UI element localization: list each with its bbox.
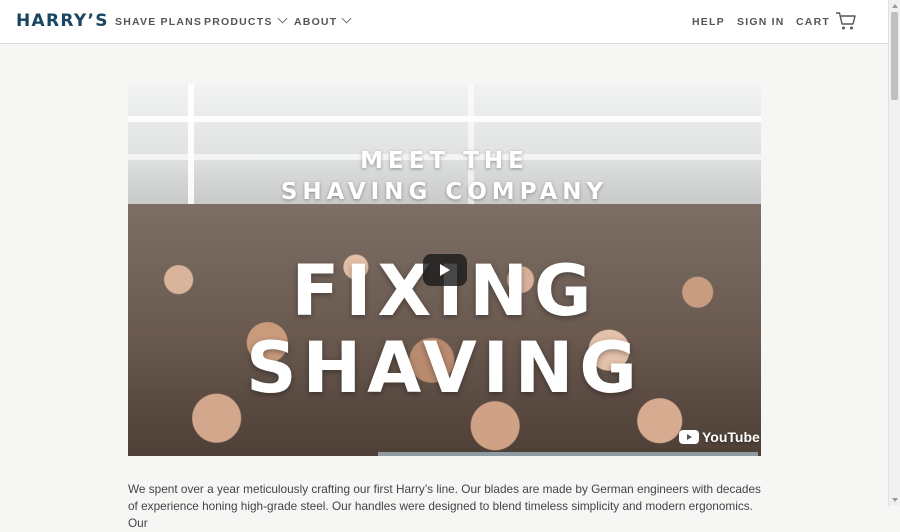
nav-sign-in[interactable]: SIGN IN bbox=[737, 16, 785, 28]
video-headline-line2: SHAVING bbox=[246, 327, 643, 409]
nav-cart[interactable]: CART bbox=[796, 16, 830, 28]
scrollbar-thumb[interactable] bbox=[891, 12, 898, 100]
scroll-up-arrow-icon[interactable] bbox=[892, 4, 898, 8]
nav-products-label: PRODUCTS bbox=[204, 16, 273, 28]
scroll-down-arrow-icon[interactable] bbox=[892, 498, 898, 502]
nav-products[interactable]: PRODUCTS bbox=[204, 13, 287, 28]
video-title-line2: SHAVING COMPANY bbox=[280, 179, 609, 205]
intro-paragraph: We spent over a year meticulously crafti… bbox=[128, 482, 761, 530]
site-header: HARRY’S SHAVE PLANS PRODUCTS ABOUT HELP … bbox=[0, 0, 888, 44]
nav-shave-plans[interactable]: SHAVE PLANS bbox=[115, 16, 202, 28]
video-play-button[interactable] bbox=[423, 254, 467, 286]
cart-icon[interactable] bbox=[835, 10, 857, 37]
chevron-down-icon bbox=[277, 13, 287, 24]
nav-shave-plans-label: SHAVE PLANS bbox=[115, 16, 203, 28]
brand-logo[interactable]: HARRY’S bbox=[16, 11, 109, 31]
chevron-down-icon bbox=[341, 13, 352, 24]
nav-help[interactable]: HELP bbox=[692, 16, 725, 28]
youtube-logo-icon bbox=[679, 430, 699, 444]
page-scrollbar[interactable] bbox=[888, 0, 900, 506]
play-icon bbox=[440, 264, 450, 276]
nav-about-label: ABOUT bbox=[294, 16, 338, 28]
nav-about[interactable]: ABOUT bbox=[294, 13, 352, 28]
video-embed[interactable]: MEET THE SHAVING COMPANY FIXING SHAVING … bbox=[128, 84, 761, 456]
video-title-line1: MEET THE bbox=[360, 148, 529, 174]
youtube-logo[interactable]: YouTube bbox=[679, 428, 760, 446]
youtube-logo-text: YouTube bbox=[702, 429, 760, 445]
